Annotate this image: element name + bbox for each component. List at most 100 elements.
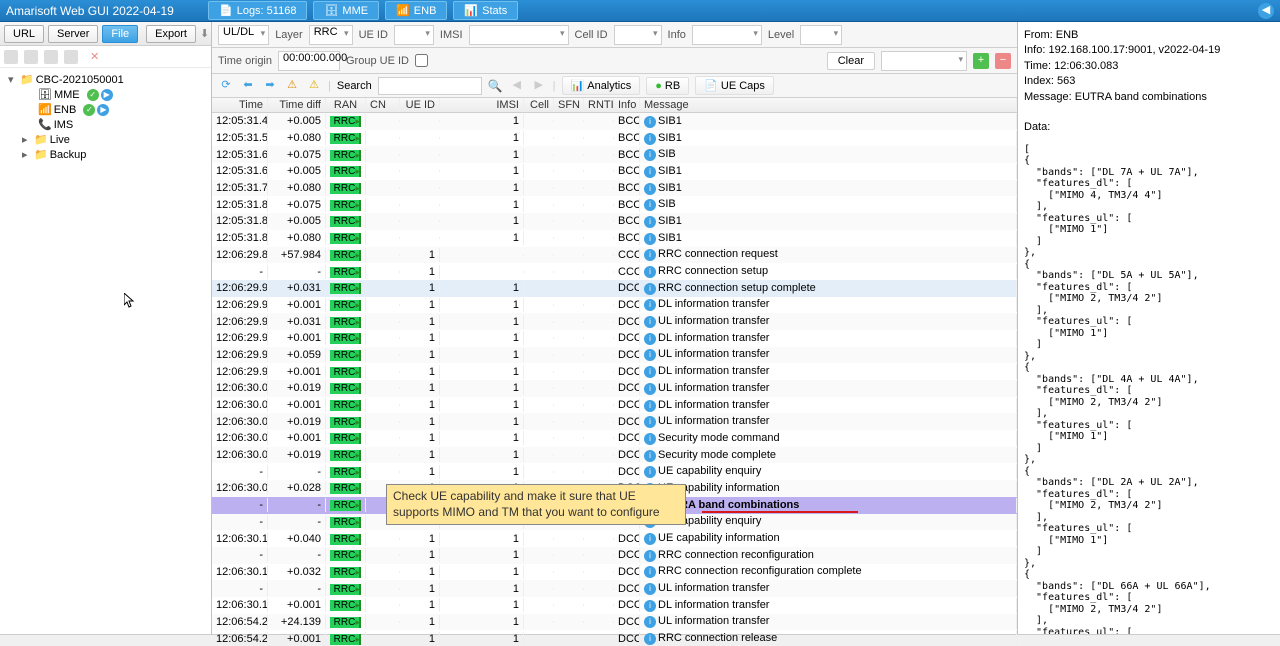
table-row[interactable]: --RRC11DCCHiRRC connection reconfigurati… <box>212 547 1017 564</box>
table-row[interactable]: 12:06:29.872+57.984RRC1CCCHiRRC connecti… <box>212 247 1017 264</box>
table-row[interactable]: 12:05:31.648+0.005RRC1BCCHiSIB1 <box>212 163 1017 180</box>
table-row[interactable]: 12:05:31.808+0.005RRC1BCCHiSIB1 <box>212 213 1017 230</box>
table-row[interactable]: 12:05:31.728+0.080RRC1BCCHiSIB1 <box>212 180 1017 197</box>
cellid-combo[interactable] <box>614 25 662 45</box>
tab-stats[interactable]: 📊Stats <box>453 1 518 20</box>
action2-icon[interactable] <box>24 50 38 64</box>
level-combo[interactable] <box>800 25 842 45</box>
table-row[interactable]: 12:05:31.643+0.075RRC1BCCHiSIB <box>212 146 1017 163</box>
cell-ue <box>400 137 440 139</box>
table-row[interactable]: 12:06:29.903+0.031RRC11DCCHiRRC connecti… <box>212 280 1017 297</box>
table-row[interactable]: 12:06:30.016+0.001RRC11DCCHiDL informati… <box>212 397 1017 414</box>
cell-cn <box>366 421 400 423</box>
warn2-icon[interactable]: ⚠ <box>306 78 322 94</box>
table-row[interactable]: 12:06:29.935+0.031RRC11DCCHiUL informati… <box>212 313 1017 330</box>
cell-cn <box>366 120 400 122</box>
tree-enb[interactable]: 📶 ENB ✓ ▶ <box>4 102 207 117</box>
add-filter-icon[interactable]: + <box>973 53 989 69</box>
tree-mme[interactable]: 🗄 MME ✓ ▶ <box>4 87 207 102</box>
clear-combo[interactable] <box>881 51 967 71</box>
table-row[interactable]: 12:05:31.568+0.080RRC1BCCHiSIB1 <box>212 130 1017 147</box>
tab-logs[interactable]: 📄Logs: 51168 <box>208 1 307 20</box>
cell-time: 12:06:29.904 <box>212 298 268 312</box>
table-row[interactable]: --RRC11DCCHiUL information transfer <box>212 580 1017 597</box>
file-button[interactable]: File <box>102 25 138 43</box>
table-row[interactable]: 12:05:31.803+0.075RRC1BCCHiSIB <box>212 196 1017 213</box>
time-origin-input[interactable]: 00:00:00.000 <box>278 51 340 71</box>
uecaps-button[interactable]: 📄UE Caps <box>695 76 774 95</box>
info-combo[interactable] <box>692 25 762 45</box>
action3-icon[interactable] <box>44 50 58 64</box>
cell-info: DCCH <box>614 582 640 596</box>
col-sfn[interactable]: SFN <box>554 98 584 112</box>
imsi-combo[interactable] <box>469 25 569 45</box>
table-row[interactable]: 12:05:31.488+0.005RRC1BCCHiSIB1 <box>212 113 1017 130</box>
cell-diff: +0.005 <box>268 164 326 178</box>
cell-cell <box>524 120 554 122</box>
table-row[interactable]: 12:06:30.123+0.040RRC11DCCHiUE capabilit… <box>212 530 1017 547</box>
download-icon[interactable]: ⬇ <box>200 27 209 41</box>
search-back-icon[interactable]: ◀ <box>509 78 525 94</box>
table-row[interactable]: 12:06:30.035+0.019RRC11DCCHiUL informati… <box>212 413 1017 430</box>
table-row[interactable]: 12:06:30.156+0.001RRC11DCCHiDL informati… <box>212 597 1017 614</box>
table-row[interactable]: --RRC11DCCHiUE capability enquiry <box>212 463 1017 480</box>
col-diff[interactable]: Time diff <box>268 98 326 112</box>
col-rnti[interactable]: RNTI <box>584 98 614 112</box>
table-row[interactable]: 12:06:54.295+24.139RRC11DCCHiUL informat… <box>212 614 1017 631</box>
col-imsi[interactable]: IMSI <box>440 98 524 112</box>
export-button[interactable]: Export <box>146 25 196 43</box>
rb-button[interactable]: ●RB <box>646 77 689 95</box>
tree-ims[interactable]: 📞 IMS <box>4 117 207 132</box>
col-info[interactable]: Info <box>614 98 640 112</box>
search-input[interactable] <box>378 77 482 95</box>
warn-icon[interactable]: ⚠ <box>284 78 300 94</box>
cell-imsi: 1 <box>440 548 524 562</box>
tree-backup[interactable]: ▸ 📁 Backup <box>4 147 207 162</box>
clear-button[interactable]: Clear <box>827 52 875 70</box>
tab-mme[interactable]: 🗄MME <box>313 1 379 20</box>
col-cell[interactable]: Cell <box>524 98 554 112</box>
table-row[interactable]: 12:06:30.055+0.019RRC11DCCHiSecurity mod… <box>212 447 1017 464</box>
close-icon[interactable]: ✕ <box>90 50 104 64</box>
table-row[interactable]: 12:06:29.996+0.001RRC11DCCHiDL informati… <box>212 363 1017 380</box>
action-icon[interactable]: ▶ <box>101 89 113 101</box>
table-row[interactable]: 12:06:30.015+0.019RRC11DCCHiUL informati… <box>212 380 1017 397</box>
analytics-button[interactable]: 📊Analytics <box>562 76 641 95</box>
col-cn[interactable]: CN <box>366 98 400 112</box>
search-icon[interactable]: 🔍 <box>488 79 503 93</box>
table-row[interactable]: --RRC1CCCHiRRC connection setup <box>212 263 1017 280</box>
tab-enb[interactable]: 📶ENB <box>385 1 447 20</box>
col-ueid[interactable]: UE ID <box>400 98 440 112</box>
table-row[interactable]: 12:06:30.036+0.001RRC11DCCHiSecurity mod… <box>212 430 1017 447</box>
col-ran[interactable]: RAN <box>326 98 366 112</box>
server-button[interactable]: Server <box>48 25 98 43</box>
table-row[interactable]: 12:06:30.155+0.032RRC11DCCHiRRC connecti… <box>212 564 1017 581</box>
table-row[interactable]: 12:06:29.995+0.059RRC11DCCHiUL informati… <box>212 347 1017 364</box>
refresh-icon[interactable]: ⟳ <box>218 78 234 94</box>
table-row[interactable]: 12:05:31.888+0.080RRC1BCCHiSIB1 <box>212 230 1017 247</box>
cell-cn <box>366 638 400 640</box>
action4-icon[interactable] <box>64 50 78 64</box>
back-icon[interactable]: ⬅ <box>240 78 256 94</box>
fwd-icon[interactable]: ➡ <box>262 78 278 94</box>
table-row[interactable]: 12:06:29.936+0.001RRC11DCCHiDL informati… <box>212 330 1017 347</box>
uldl-combo[interactable]: UL/DL <box>218 25 269 45</box>
tree-root[interactable]: ▾ 📁 CBC-2021050001 <box>4 72 207 87</box>
tree-live[interactable]: ▸ 📁 Live <box>4 132 207 147</box>
col-msg[interactable]: Message <box>640 98 1017 112</box>
info-icon: i <box>644 550 656 562</box>
ueid-combo[interactable] <box>394 25 434 45</box>
col-time[interactable]: Time <box>212 98 268 112</box>
search-fwd-icon[interactable]: ▶ <box>531 78 547 94</box>
table-row[interactable]: 12:06:29.904+0.001RRC11DCCHiDL informati… <box>212 297 1017 314</box>
action1-icon[interactable] <box>4 50 18 64</box>
group-ue-checkbox[interactable] <box>415 54 428 67</box>
layer-combo[interactable]: RRC <box>309 25 353 45</box>
table-row[interactable]: 12:06:54.296+0.001RRC11DCCHiRRC connecti… <box>212 630 1017 646</box>
collapse-icon[interactable]: ◀ <box>1258 3 1274 19</box>
action-icon[interactable]: ▶ <box>97 104 109 116</box>
uldl-label: UL/DL <box>223 26 254 38</box>
remove-filter-icon[interactable]: − <box>995 53 1011 69</box>
url-button[interactable]: URL <box>4 25 44 43</box>
cell-info: DCCH <box>614 632 640 646</box>
